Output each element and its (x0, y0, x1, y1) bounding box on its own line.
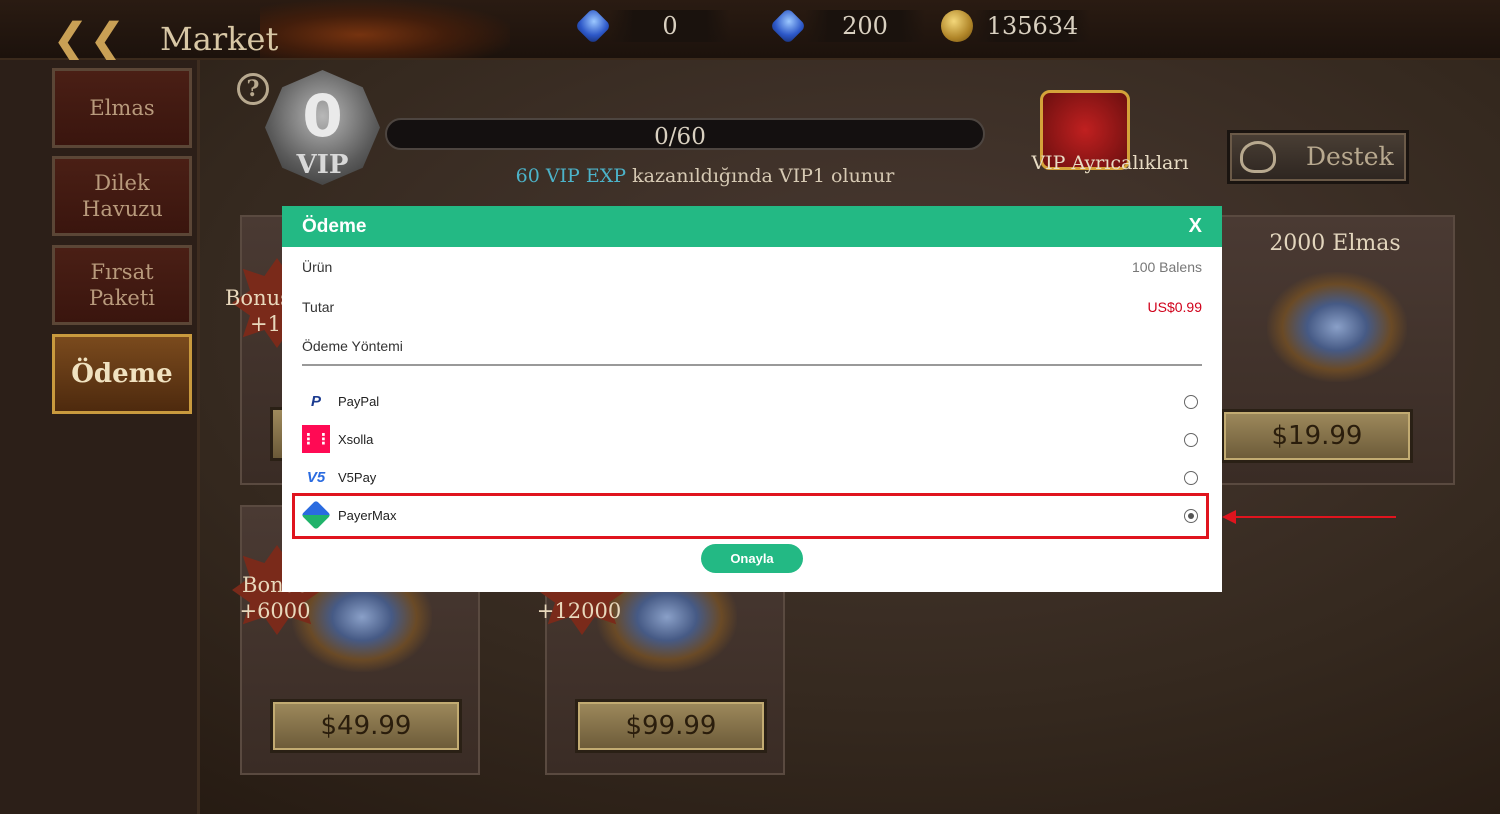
diamond-count: 0 (610, 10, 730, 42)
product-price-button[interactable]: $49.99 (270, 699, 462, 753)
vip-note-highlight: 60 VIP EXP (515, 165, 627, 187)
dialog-title: Ödeme (302, 216, 367, 237)
amount-label: Tutar (302, 299, 335, 315)
product-value: 100 Balens (1131, 259, 1202, 275)
payment-method-name: PayPal (338, 394, 380, 409)
page-title: Market (160, 20, 279, 58)
annotation-highlight-box (292, 493, 1209, 539)
payment-method-radio[interactable] (1184, 471, 1198, 485)
support-label: Destek (1306, 142, 1394, 171)
payment-method-radio[interactable] (1184, 433, 1198, 447)
close-button[interactable]: X (1189, 215, 1202, 238)
dialog-header: Ödeme X (282, 206, 1222, 247)
vip-note-text: kazanıldığında VIP1 olunur (626, 165, 895, 187)
payment-method-paypal[interactable]: P PayPal (302, 385, 1202, 417)
payment-method-name: V5Pay (338, 470, 377, 485)
sidebar-item-dilek-havuzu[interactable]: Dilek Havuzu (52, 156, 192, 236)
payment-method-radio[interactable] (1184, 395, 1198, 409)
product-label: Ürün (302, 259, 333, 275)
locked-diamond-count: 200 (805, 10, 925, 42)
sidebar-item-label: Dilek Havuzu (82, 171, 163, 221)
v5pay-icon: V5 (306, 468, 326, 486)
back-arrow-icon[interactable]: ❮❮ (52, 18, 132, 62)
amount-value: US$0.99 (1147, 299, 1202, 315)
bonus-amount: +6000 (239, 599, 311, 623)
product-title: 2000 Elmas (1269, 231, 1401, 256)
annotation-arrow-icon (1222, 510, 1236, 524)
gold-coin-icon (941, 10, 973, 42)
diamond-bag-image (1267, 272, 1407, 382)
payment-method-heading: Ödeme Yöntemi (302, 338, 403, 354)
vip-progress-text: 0/60 (654, 124, 706, 150)
bonus-amount: +12000 (536, 599, 622, 623)
product-price-button[interactable]: $99.99 (575, 699, 767, 753)
product-card[interactable]: 2000 Elmas $19.99 (1215, 215, 1455, 485)
headset-icon (1240, 141, 1276, 173)
vip-note: 60 VIP EXP kazanıldığında VIP1 olunur (470, 165, 940, 187)
gold-coin-count: 135634 (975, 10, 1090, 42)
xsolla-icon: ⋮⋮ (301, 425, 331, 453)
divider (302, 364, 1202, 366)
product-price-button[interactable]: $19.99 (1221, 409, 1413, 463)
paypal-icon: P (310, 392, 321, 410)
support-button[interactable]: Destek (1227, 130, 1409, 184)
payment-method-v5pay[interactable]: V5 V5Pay (302, 461, 1202, 493)
fire-decoration (260, 0, 510, 58)
vip-label: VIP (296, 150, 349, 180)
annotation-arrow-line (1232, 516, 1396, 518)
sidebar-item-odeme[interactable]: Ödeme (52, 334, 192, 414)
vip-privileges-link[interactable]: VIP Ayrıcalıkları (1010, 152, 1210, 174)
sidebar-item-elmas[interactable]: Elmas (52, 68, 192, 148)
vip-level: 0 (302, 82, 343, 150)
sidebar-item-label: Fırsat Paketi (88, 260, 155, 310)
payment-method-xsolla[interactable]: ⋮⋮ Xsolla (301, 423, 1202, 455)
payment-method-name: Xsolla (338, 432, 374, 447)
confirm-button[interactable]: Onayla (701, 544, 803, 573)
sidebar-item-firsat-paketi[interactable]: Fırsat Paketi (52, 245, 192, 325)
